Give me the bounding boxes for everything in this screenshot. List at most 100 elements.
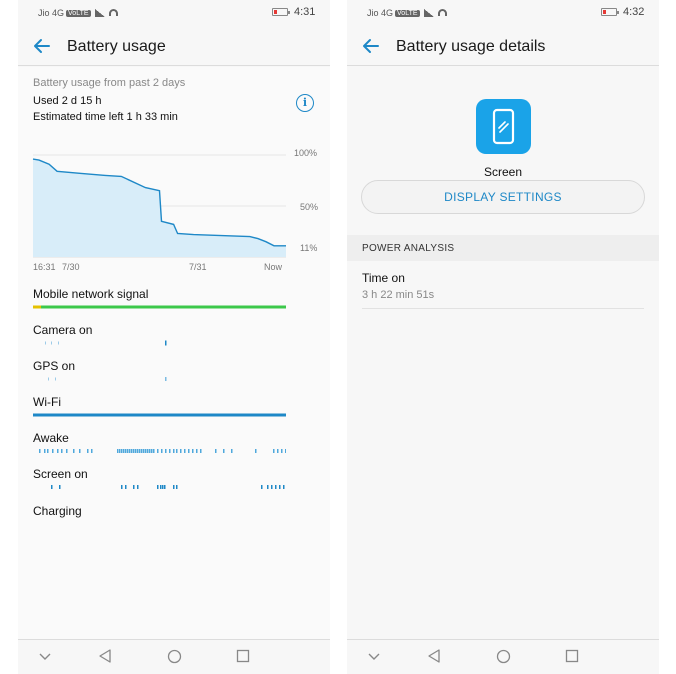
activity-tick: [196, 449, 198, 453]
screen-activity-track: [51, 485, 285, 489]
clock: 4:31: [294, 6, 316, 18]
clock: 4:32: [623, 6, 645, 18]
volte-badge: VoLTE: [66, 10, 91, 17]
x-tick-label-now: Now: [264, 262, 283, 272]
page-title: Battery usage: [67, 38, 166, 55]
activity-tick: [151, 449, 153, 453]
power-analysis-header: POWER ANALYSIS: [347, 235, 659, 261]
status-bar: Jio 4G VoLTE 4:31: [18, 0, 330, 26]
navigation-bar: [347, 639, 659, 674]
home-nav-icon[interactable]: [167, 649, 182, 664]
recents-nav-icon[interactable]: [236, 649, 250, 663]
activity-tick: [161, 449, 163, 453]
carrier-label: Jio 4G VoLTE: [367, 8, 447, 18]
activity-tick: [184, 449, 186, 453]
activity-tick: [121, 449, 123, 453]
recents-nav-icon[interactable]: [565, 649, 579, 663]
activity-tick: [255, 449, 257, 453]
usage-row-label: Screen on: [33, 467, 88, 481]
activity-tick: [267, 485, 269, 489]
activity-tick: [137, 449, 139, 453]
usage-row-label: Charging: [33, 504, 82, 518]
y-tick-label-50: 50%: [300, 202, 319, 212]
phone-screen-icon: [476, 99, 531, 154]
activity-tick: [164, 485, 166, 489]
activity-tick: [129, 449, 131, 453]
activity-tick: [141, 449, 143, 453]
hide-nav-chevron-icon[interactable]: [367, 649, 381, 663]
info-icon[interactable]: i: [296, 94, 314, 112]
activity-tick: [44, 449, 46, 453]
activity-tick: [66, 449, 68, 453]
activity-tick: [123, 449, 125, 453]
activity-tick: [176, 449, 178, 453]
back-arrow-icon[interactable]: [361, 36, 381, 56]
app-name-label: Screen: [483, 165, 523, 179]
activity-tick: [231, 449, 233, 453]
activity-tick: [137, 485, 139, 489]
activity-tick: [149, 449, 151, 453]
activity-tick: [271, 485, 273, 489]
activity-tick: [279, 485, 281, 489]
x-tick-label-7-31: 7/31: [189, 262, 207, 272]
back-arrow-icon[interactable]: [32, 36, 52, 56]
activity-tick: [121, 485, 123, 489]
y-tick-label-100: 100%: [294, 148, 318, 158]
activity-tick: [192, 449, 194, 453]
activity-tick: [52, 449, 54, 453]
battery-usage-screen: Jio 4G VoLTE 4:31 Battery usage Battery u…: [18, 0, 330, 674]
activity-tick: [283, 485, 285, 489]
app-bar: Battery usage: [18, 26, 330, 66]
back-nav-icon[interactable]: [98, 649, 112, 663]
activity-tick: [127, 449, 129, 453]
divider: [362, 308, 644, 309]
activity-tick: [131, 449, 133, 453]
activity-tick: [87, 449, 89, 453]
activity-tick: [133, 485, 135, 489]
awake-activity-track: [39, 449, 286, 453]
battery-usage-content: Battery usage from past 2 days Used 2 d …: [18, 67, 330, 639]
display-settings-button[interactable]: DISPLAY SETTINGS: [361, 180, 645, 214]
activity-tick: [176, 485, 178, 489]
battery-chart-svg: [32, 154, 286, 258]
activity-tick: [79, 449, 81, 453]
activity-tick: [153, 449, 155, 453]
activity-tick: [261, 485, 263, 489]
battery-usage-details-screen: Jio 4G VoLTE 4:32 Battery usage details S…: [347, 0, 659, 674]
usage-period-label: Battery usage from past 2 days: [33, 77, 186, 89]
activity-tick: [133, 449, 135, 453]
battery-chart: 100% 50% 11% 16:31 7/30 7/31 Now: [18, 147, 330, 277]
time-on-label: Time on: [362, 271, 405, 285]
activity-tick: [145, 449, 147, 453]
activity-tick: [135, 449, 137, 453]
activity-tick: [39, 449, 41, 453]
activity-tick: [215, 449, 217, 453]
activity-tick: [61, 449, 63, 453]
usage-row-label: Wi-Fi: [33, 395, 61, 409]
activity-tick: [47, 449, 49, 453]
app-bar: Battery usage details: [347, 26, 659, 66]
activity-tick: [73, 449, 75, 453]
page-title: Battery usage details: [396, 38, 546, 55]
activity-tick: [223, 449, 225, 453]
activity-tick: [139, 449, 141, 453]
activity-tick: [125, 485, 127, 489]
activity-tick: [117, 449, 119, 453]
battery-icon: [272, 8, 290, 16]
home-nav-icon[interactable]: [496, 649, 511, 664]
signal-strength-track: [33, 305, 286, 309]
activity-tick: [51, 485, 53, 489]
usage-row-label: Camera on: [33, 323, 93, 337]
carrier-name: Jio 4G: [367, 8, 394, 18]
hide-nav-chevron-icon[interactable]: [38, 649, 52, 663]
signal-icon: [94, 9, 105, 17]
activity-tick: [173, 449, 175, 453]
navigation-bar: [18, 639, 330, 674]
wifi-activity-track: [33, 413, 286, 417]
battery-area: [33, 159, 286, 257]
back-nav-icon[interactable]: [427, 649, 441, 663]
activity-tick: [188, 449, 190, 453]
activity-tick: [273, 449, 275, 453]
activity-tick: [277, 449, 279, 453]
activity-tick: [91, 449, 93, 453]
